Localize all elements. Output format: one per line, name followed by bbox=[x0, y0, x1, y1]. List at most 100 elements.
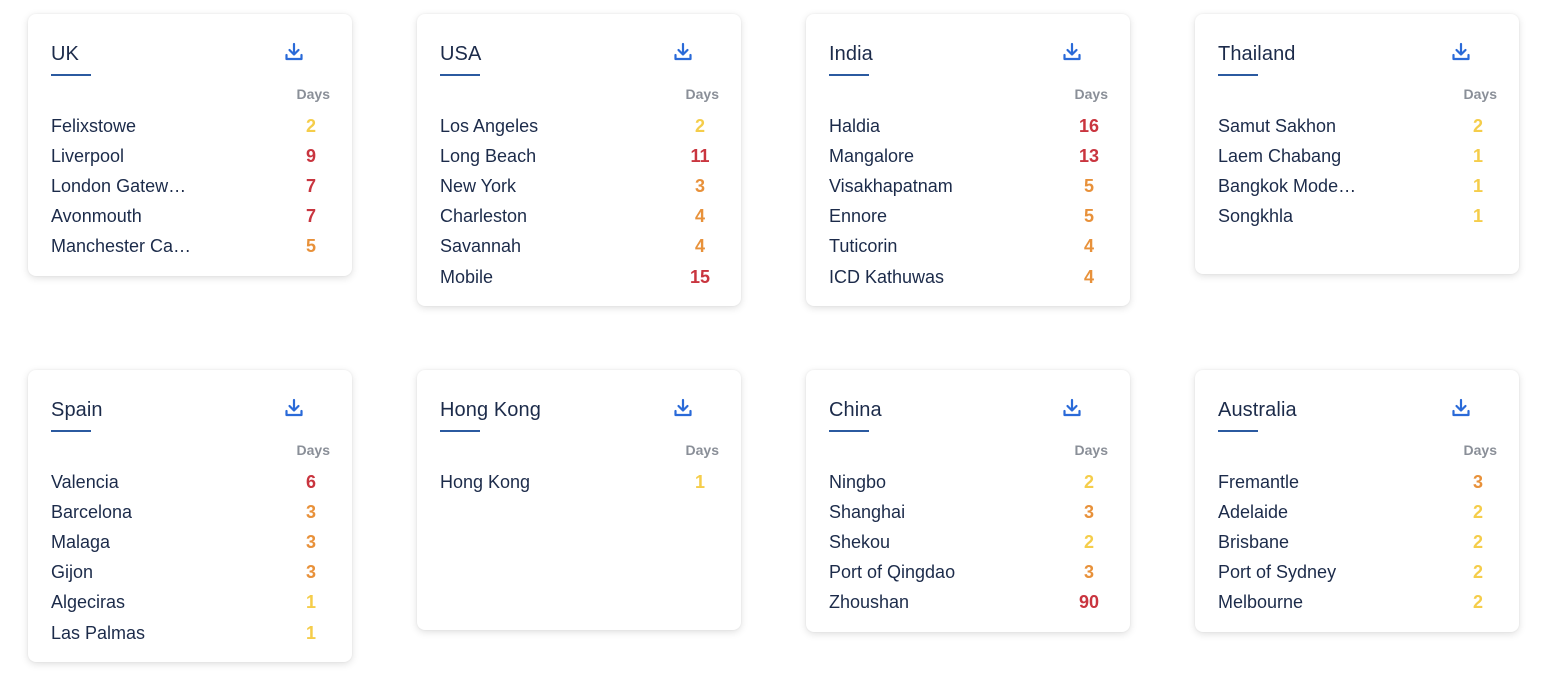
days-value: 6 bbox=[305, 471, 316, 492]
port-row: New York 3 bbox=[440, 171, 719, 201]
country-card-australia: Australia Days Fremantle 3 Adelaide 2 Brisba… bbox=[1195, 370, 1519, 632]
days-value: 7 bbox=[305, 206, 316, 227]
download-button[interactable] bbox=[1450, 397, 1472, 419]
port-name: Valencia bbox=[51, 471, 119, 492]
download-button[interactable] bbox=[672, 397, 694, 419]
port-row: Mobile 15 bbox=[440, 262, 719, 292]
card-header: Australia bbox=[1218, 370, 1497, 446]
port-row: Ningbo 2 bbox=[829, 467, 1108, 497]
download-button[interactable] bbox=[1061, 41, 1083, 63]
port-row: Zhoushan 90 bbox=[829, 588, 1108, 618]
port-row: Malaga 3 bbox=[51, 527, 330, 557]
port-row: Songkhla 1 bbox=[1218, 202, 1497, 232]
port-list: Fremantle 3 Adelaide 2 Brisbane 2 Port of Sydn… bbox=[1218, 467, 1497, 618]
country-card-thailand: Thailand Days Samut Sakhon 2 Laem Chabang 1… bbox=[1195, 14, 1519, 274]
days-value: 4 bbox=[694, 206, 705, 227]
card-header: Spain bbox=[51, 370, 330, 446]
download-button[interactable] bbox=[1450, 41, 1472, 63]
days-value: 5 bbox=[1083, 206, 1094, 227]
port-row: Avonmouth 7 bbox=[51, 202, 330, 232]
port-name: Las Palmas bbox=[51, 622, 146, 643]
download-icon bbox=[1452, 398, 1470, 417]
country-title: Thailand bbox=[1218, 43, 1296, 65]
port-row: Laem Chabang 1 bbox=[1218, 141, 1497, 171]
download-icon bbox=[674, 42, 692, 61]
port-name: Haldia bbox=[829, 115, 881, 136]
port-row: Fremantle 3 bbox=[1218, 467, 1497, 497]
days-value: 16 bbox=[1078, 115, 1100, 136]
port-row: Shanghai 3 bbox=[829, 497, 1108, 527]
port-row: Ennore 5 bbox=[829, 202, 1108, 232]
port-name: Port of Sydney bbox=[1218, 562, 1337, 583]
card-header: USA bbox=[440, 14, 719, 90]
port-name: Shanghai bbox=[829, 501, 906, 522]
port-name: Tuticorin bbox=[829, 236, 898, 257]
days-value: 2 bbox=[1472, 592, 1483, 613]
port-row: ICD Kathuwas 4 bbox=[829, 262, 1108, 292]
title-underline bbox=[829, 74, 869, 76]
card-header: Hong Kong bbox=[440, 370, 719, 446]
port-name: Laem Chabang bbox=[1218, 145, 1342, 166]
port-row: Shekou 2 bbox=[829, 527, 1108, 557]
days-value: 2 bbox=[1472, 562, 1483, 583]
days-value: 5 bbox=[1083, 175, 1094, 196]
port-name: Long Beach bbox=[440, 145, 537, 166]
download-icon bbox=[674, 398, 692, 417]
port-row: Adelaide 2 bbox=[1218, 497, 1497, 527]
country-title: USA bbox=[440, 43, 482, 65]
port-row: Gijon 3 bbox=[51, 558, 330, 588]
port-name: Hong Kong bbox=[440, 471, 531, 492]
days-value: 1 bbox=[305, 622, 316, 643]
port-name: Savannah bbox=[440, 236, 522, 257]
port-row: Bangkok Mode… 1 bbox=[1218, 171, 1497, 201]
port-row: Samut Sakhon 2 bbox=[1218, 111, 1497, 141]
days-value: 3 bbox=[305, 562, 316, 583]
download-button[interactable] bbox=[283, 41, 305, 63]
port-row: Liverpool 9 bbox=[51, 141, 330, 171]
port-name: Visakhapatnam bbox=[829, 175, 953, 196]
port-name: Avonmouth bbox=[51, 206, 142, 227]
port-name: Adelaide bbox=[1218, 501, 1289, 522]
days-value: 2 bbox=[694, 115, 705, 136]
days-value: 3 bbox=[1083, 562, 1094, 583]
port-name: Barcelona bbox=[51, 501, 133, 522]
port-row: Melbourne 2 bbox=[1218, 588, 1497, 618]
title-underline bbox=[440, 430, 480, 432]
port-name: Shekou bbox=[829, 531, 891, 552]
days-value: 2 bbox=[1083, 471, 1094, 492]
days-value: 2 bbox=[1472, 531, 1483, 552]
port-name: London Gatew… bbox=[51, 175, 187, 196]
country-title: India bbox=[829, 43, 873, 65]
port-name: Port of Qingdao bbox=[829, 562, 956, 583]
days-value: 90 bbox=[1078, 592, 1100, 613]
title-underline bbox=[51, 430, 91, 432]
port-name: Malaga bbox=[51, 531, 111, 552]
download-button[interactable] bbox=[283, 397, 305, 419]
days-value: 4 bbox=[694, 236, 705, 257]
port-row: Hong Kong 1 bbox=[440, 467, 719, 497]
download-icon bbox=[285, 42, 303, 61]
port-row: London Gatew… 7 bbox=[51, 171, 330, 201]
download-icon bbox=[1452, 42, 1470, 61]
days-value: 9 bbox=[305, 145, 316, 166]
port-row: Charleston 4 bbox=[440, 202, 719, 232]
country-title: China bbox=[829, 399, 882, 421]
country-card-uk: UK Days Felixstowe 2 Liverpool 9 London Gate… bbox=[28, 14, 352, 276]
port-row: Haldia 16 bbox=[829, 111, 1108, 141]
days-value: 1 bbox=[305, 592, 316, 613]
country-card-spain: Spain Days Valencia 6 Barcelona 3 Malaga 3 Gij… bbox=[28, 370, 352, 662]
country-card-china: China Days Ningbo 2 Shanghai 3 Shekou 2 Port o… bbox=[806, 370, 1130, 632]
title-underline bbox=[1218, 430, 1258, 432]
days-value: 11 bbox=[690, 145, 710, 166]
download-button[interactable] bbox=[1061, 397, 1083, 419]
port-name: Charleston bbox=[440, 206, 528, 227]
port-name: Gijon bbox=[51, 562, 94, 583]
country-title: Australia bbox=[1218, 399, 1297, 421]
port-row: Long Beach 11 bbox=[440, 141, 719, 171]
country-title: Hong Kong bbox=[440, 399, 541, 421]
days-value: 1 bbox=[1472, 175, 1483, 196]
download-button[interactable] bbox=[672, 41, 694, 63]
country-title: Spain bbox=[51, 399, 103, 421]
days-value: 15 bbox=[689, 266, 711, 287]
port-list: Valencia 6 Barcelona 3 Malaga 3 Gijon 3 Algecira… bbox=[51, 467, 330, 648]
